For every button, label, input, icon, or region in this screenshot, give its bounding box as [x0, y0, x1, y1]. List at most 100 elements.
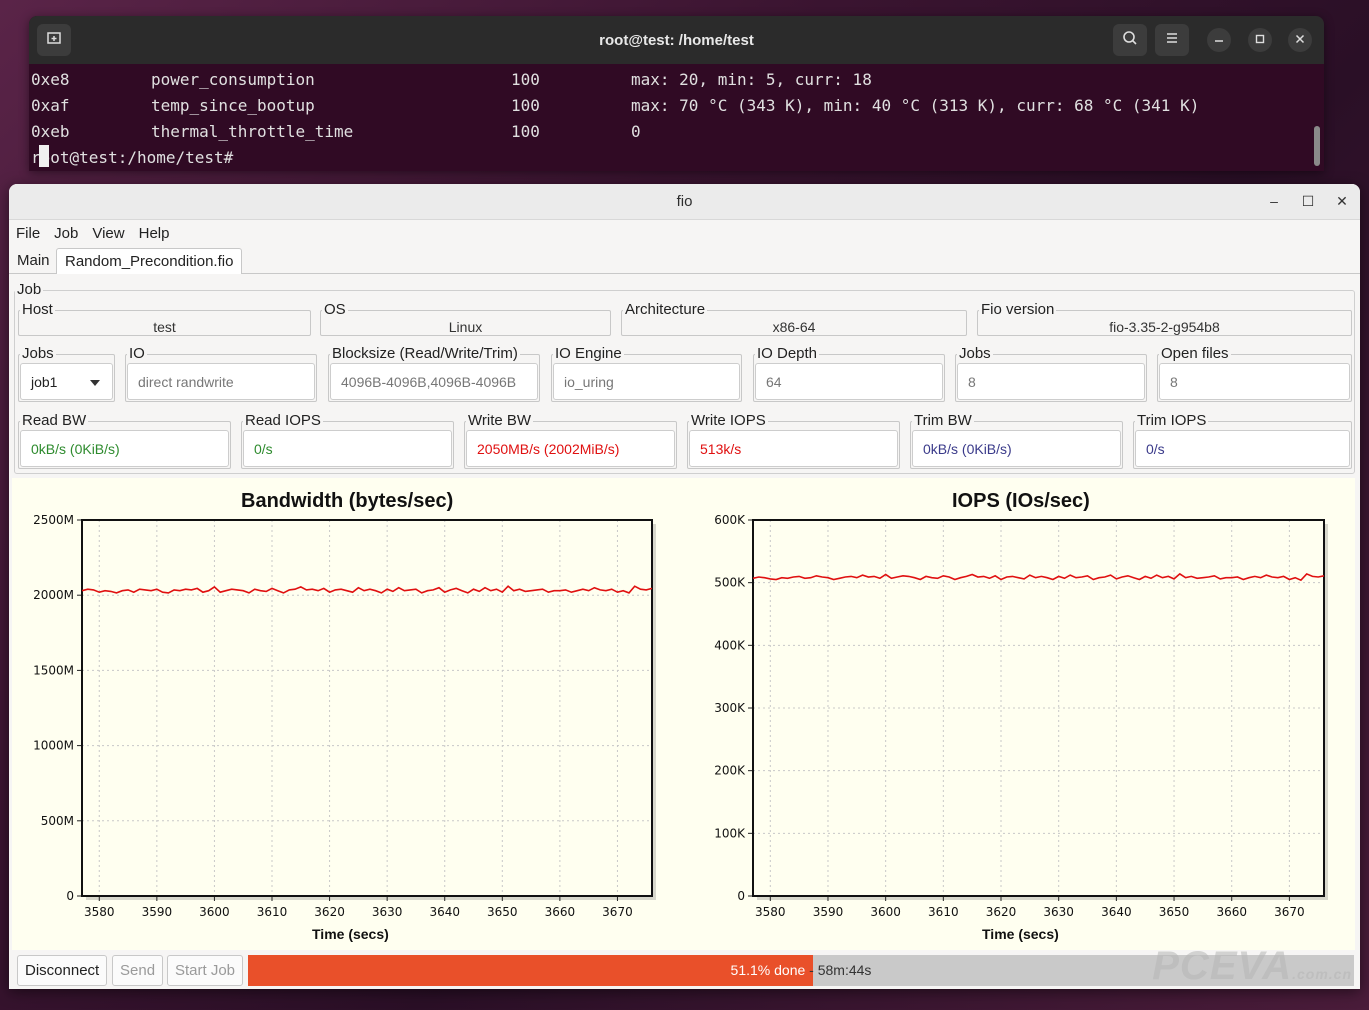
- attr-name: power_consumption: [151, 70, 315, 89]
- minimize-icon: –: [1270, 193, 1278, 209]
- read-bw-value: 0kB/s (0KiB/s): [20, 430, 229, 467]
- x-tick-label: 3650: [487, 905, 518, 919]
- attr-value: 0: [631, 122, 641, 141]
- start-job-button[interactable]: Start Job: [167, 955, 244, 986]
- tab-bar: Main Random_Precondition.fio: [9, 246, 1360, 274]
- x-tick-label: 3580: [84, 905, 115, 919]
- maximize-button[interactable]: ☐: [1299, 193, 1317, 210]
- io-label: IO: [127, 345, 147, 362]
- attr-norm: 100: [511, 70, 540, 89]
- os-label: OS: [322, 301, 348, 318]
- fio-version-value: fio-3.35-2-g954b8: [1109, 319, 1220, 335]
- y-tick-label: 1500M: [33, 663, 74, 677]
- y-tick-label: 200K: [714, 764, 746, 778]
- watermark-logo: PCEVA.com.cn: [1152, 944, 1352, 988]
- bandwidth-chart: 3580 3590 3600 3610 3620 3630 3640 3650 3660 3670…: [33, 513, 656, 919]
- io-depth-input[interactable]: 64: [755, 363, 943, 400]
- terminal-prompt-line: root@test:/home/test#: [31, 145, 1324, 171]
- y-tick-label: 1000M: [33, 739, 74, 753]
- trim-iops-value: 0/s: [1135, 430, 1350, 467]
- y-tick-label: 0: [737, 889, 745, 903]
- x-tick-label: 3610: [257, 905, 288, 919]
- attr-id: 0xe8: [31, 70, 70, 89]
- close-button[interactable]: ✕: [1333, 193, 1351, 210]
- minimize-button[interactable]: –: [1265, 193, 1283, 209]
- trim-bw-value: 0kB/s (0KiB/s): [912, 430, 1121, 467]
- attr-value: max: 20, min: 5, curr: 18: [631, 70, 872, 89]
- jobs-select-label: Jobs: [20, 345, 56, 362]
- x-tick-label: 3630: [372, 905, 403, 919]
- fio-version-field: Fio version fio-3.35-2-g954b8: [977, 302, 1352, 336]
- architecture-value: x86-64: [772, 319, 816, 335]
- io-engine-input[interactable]: io_uring: [553, 363, 740, 400]
- blocksize-label: Blocksize (Read/Write/Trim): [330, 345, 520, 362]
- terminal-output[interactable]: 0xe8 power_consumption 100 max: 20, min:…: [29, 64, 1324, 171]
- search-icon: [1122, 30, 1138, 51]
- menubar: File Job View Help: [9, 220, 1360, 246]
- write-iops-value: 513k/s: [689, 430, 898, 467]
- terminal-line: 0xeb thermal_throttle_time 100 0: [31, 119, 1324, 145]
- bandwidth-x-axis-label: Time (secs): [312, 926, 389, 942]
- menu-help[interactable]: Help: [139, 225, 170, 242]
- jobs-select[interactable]: job1: [20, 363, 113, 400]
- open-files-field: Open files 8: [1157, 346, 1352, 402]
- new-tab-icon: [46, 30, 62, 51]
- iops-chart: 3580 3590 3600 3610 3620 3630 3640 3650 3660 3670…: [714, 513, 1328, 919]
- terminal-close-button[interactable]: [1288, 28, 1312, 52]
- jobs-count-input[interactable]: 8: [957, 363, 1145, 400]
- job-frame: Job Host test OS Linux Architecture x86-…: [14, 282, 1355, 474]
- terminal-maximize-button[interactable]: [1248, 28, 1272, 52]
- read-iops-field: Read IOPS 0/s: [241, 413, 454, 469]
- io-field: IO direct randwrite: [125, 346, 317, 402]
- x-tick-label: 3660: [1216, 905, 1247, 919]
- attr-name: temp_since_bootup: [151, 96, 315, 115]
- trim-bw-label: Trim BW: [912, 412, 974, 429]
- fio-version-label: Fio version: [979, 301, 1057, 318]
- x-tick-label: 3670: [1274, 905, 1305, 919]
- new-tab-button[interactable]: [37, 24, 71, 56]
- terminal-search-button[interactable]: [1113, 24, 1147, 56]
- fio-titlebar: fio – ☐ ✕: [9, 184, 1360, 220]
- menu-file[interactable]: File: [16, 225, 40, 242]
- blocksize-input[interactable]: 4096B-4096B,4096B-4096B: [330, 363, 538, 400]
- y-tick-label: 500M: [41, 814, 74, 828]
- shell-prompt: root@test:/home/test#: [31, 148, 234, 167]
- open-files-input[interactable]: 8: [1159, 363, 1350, 400]
- disconnect-button[interactable]: Disconnect: [17, 955, 108, 986]
- read-bw-label: Read BW: [20, 412, 89, 429]
- maximize-icon: [1255, 31, 1265, 49]
- y-tick-label: 100K: [714, 826, 746, 840]
- bottom-bar: Disconnect Send Start Job 51.1% done - 5…: [9, 944, 1360, 989]
- y-tick-label: 300K: [714, 701, 746, 715]
- read-bw-field: Read BW 0kB/s (0KiB/s): [18, 413, 231, 469]
- tab-main[interactable]: Main: [9, 248, 58, 274]
- x-tick-label: 3640: [1101, 905, 1132, 919]
- trim-iops-label: Trim IOPS: [1135, 412, 1209, 429]
- attr-name: thermal_throttle_time: [151, 122, 354, 141]
- terminal-minimize-button[interactable]: [1207, 28, 1231, 52]
- terminal-scrollbar[interactable]: [1314, 126, 1320, 166]
- terminal-title: root@test: /home/test: [599, 31, 754, 49]
- architecture-label: Architecture: [623, 301, 708, 318]
- send-button[interactable]: Send: [112, 955, 164, 986]
- terminal-line: 0xaf temp_since_bootup 100 max: 70 °C (3…: [31, 93, 1324, 119]
- chevron-down-icon: [90, 380, 100, 386]
- io-engine-field: IO Engine io_uring: [551, 346, 742, 402]
- io-depth-field: IO Depth 64: [753, 346, 945, 402]
- host-value: test: [153, 319, 176, 335]
- host-label: Host: [20, 301, 55, 318]
- io-engine-label: IO Engine: [553, 345, 624, 362]
- terminal-menu-button[interactable]: [1155, 24, 1189, 56]
- menu-view[interactable]: View: [92, 225, 124, 242]
- menu-job[interactable]: Job: [54, 225, 78, 242]
- close-icon: [1295, 31, 1305, 49]
- architecture-field: Architecture x86-64: [621, 302, 967, 336]
- io-input[interactable]: direct randwrite: [127, 363, 315, 400]
- os-value: Linux: [448, 319, 483, 335]
- y-tick-label: 400K: [714, 638, 746, 652]
- write-iops-label: Write IOPS: [689, 412, 768, 429]
- charts-area: Bandwidth (bytes/sec) IOPS (IOs/sec) 358…: [12, 478, 1355, 950]
- x-tick-label: 3650: [1159, 905, 1190, 919]
- tab-random-precondition[interactable]: Random_Precondition.fio: [56, 248, 243, 274]
- trim-iops-field: Trim IOPS 0/s: [1133, 413, 1352, 469]
